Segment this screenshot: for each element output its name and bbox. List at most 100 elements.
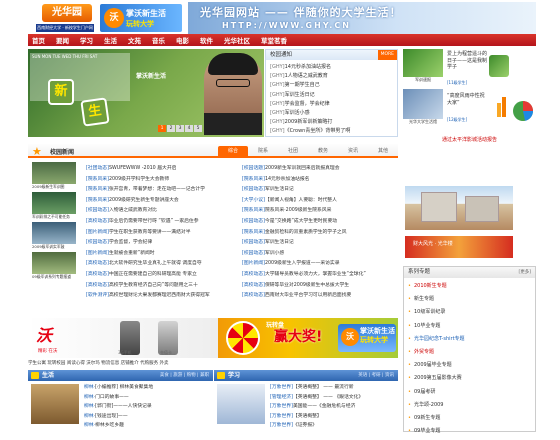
news-row[interactable]: [校园动态]军训生活日记 (242, 238, 394, 249)
life-item[interactable]: 柳林·[郭门街]——一人快快记录 (84, 402, 153, 412)
tab-clubs[interactable]: 社团 (278, 146, 308, 156)
study-item[interactable]: [管理经济]【英语概整】 —— 《跟话文化》 (270, 393, 363, 403)
nav-tea[interactable]: 草堂茗香 (261, 35, 287, 45)
topic-item[interactable]: • 新生专题 (408, 293, 531, 306)
news-thumb[interactable]: 军训彩排之不可能任务 (32, 192, 76, 219)
life-photo[interactable] (31, 384, 79, 424)
pager-5[interactable]: 5 (194, 125, 202, 132)
news-row[interactable]: [院系风采]14元秒杀加油站报名 (242, 175, 394, 186)
news-row[interactable]: [校园动态]入物语之威武教育对比 (86, 206, 238, 217)
study-subnav[interactable]: 英语 | 考研 | 资讯 (358, 370, 394, 381)
pager-1[interactable]: 1 (158, 125, 166, 132)
topic-item[interactable]: • 2009第五届影像大赛 (408, 372, 531, 385)
news-thumb[interactable]: 2009级军训实军鼓 (32, 222, 76, 249)
notice-item[interactable]: [GHY]1人物语之威武教育 (270, 72, 393, 81)
news-row[interactable]: [院系风采]金融贸检科的双重素质学生的学子之风 (242, 228, 394, 239)
news-row[interactable]: [高校动态]毕业后仍需要带世行呀 “钦遇” 一家后住参 (86, 217, 238, 228)
study-item[interactable]: [万象世界]【英语概整】 (270, 412, 363, 422)
topic-item[interactable]: • 09届考研 (408, 386, 531, 399)
life-item[interactable]: 柳林·[小编推荐] 柳林美食聚集地 (84, 383, 153, 393)
prize-wheel-ad[interactable]: 玩转盘 赢大奖! 沃 掌沃新生活 玩转大学 (218, 318, 398, 358)
news-row[interactable]: [院系风采]2009级开学科学生大会教师 (86, 175, 238, 186)
profile-text-1[interactable]: 爱上为程营遥斗的日子——这是我制学子 (447, 51, 487, 71)
nav-literature[interactable]: 文苑 (128, 35, 141, 45)
notice-item[interactable]: [GHY]2009新军训新策略打 (270, 118, 393, 127)
news-row[interactable]: [社团动态]SWUFEWWW -2010 届大开启 (86, 164, 238, 175)
notice-item[interactable]: [GHY]学会监督，学会纪律 (270, 100, 393, 109)
campus-building-photo[interactable] (405, 186, 513, 230)
topic-item[interactable]: • 10毕业专题 (408, 320, 531, 333)
study-item[interactable]: [万象世界]《证券报》 (270, 421, 363, 431)
pager-2[interactable]: 2 (167, 125, 175, 132)
wo-ad-left[interactable]: 沃 精彩 在沃 3G手机 充值卡 (28, 318, 218, 358)
news-row[interactable]: [校园动态]今是“交换路”成大学生更时民要动 (242, 217, 394, 228)
notice-item[interactable]: [GHY]军训活小感 (270, 109, 393, 118)
news-row[interactable]: [院系风采]院系风采·2009级新生院系风采 (242, 206, 394, 217)
life-subnav[interactable]: 美食 | 旅游 | 购物 | 兼职 (160, 370, 209, 381)
topic-item[interactable]: • 2010新生专题 (408, 280, 531, 293)
profile-photo-1[interactable]: 军训速报 (403, 49, 443, 82)
notice-item[interactable]: [GHY]14元秒杀加油站报名 (270, 63, 393, 72)
news-row[interactable]: [校园动态]学会监督，学会纪律 (86, 238, 238, 249)
nav-news[interactable]: 要闻 (56, 35, 69, 45)
nav-music[interactable]: 音乐 (152, 35, 165, 45)
nav-home[interactable]: 首页 (32, 35, 45, 45)
news-row[interactable]: [软件测评]高校世理财论大果发都赛理迟西南财大获得冠军 (86, 291, 238, 302)
site-logo[interactable]: 光华园 西南财经大学 · 新校学生门户网站 (36, 4, 94, 38)
news-row[interactable]: [图片新闻]2009级新生入学报道——采访实录 (242, 259, 394, 270)
news-row[interactable]: [高校动态]中国正在需要建自己的科研理高能 专家立 (86, 270, 238, 281)
nav-study[interactable]: 学习 (80, 35, 93, 45)
study-item[interactable]: [万象世界]美国能——《金融危机与经济 (270, 402, 363, 412)
topic-item[interactable]: • 光华园纪念T-shirt专题 (408, 333, 531, 346)
notice-item[interactable]: [GHY]《Crown青坐所》背带男了啊 (270, 127, 393, 136)
ad-banner[interactable]: 沃 精彩 在沃 3G手机 充值卡 玩转盘 赢大奖! 沃 掌沃新生活 玩转大学 (28, 318, 398, 358)
tab-other[interactable]: 其他 (368, 146, 398, 156)
notice-item[interactable]: [GHY]第一期学生自己 (270, 81, 393, 90)
special-more-link[interactable]: [更多] (518, 267, 531, 278)
life-item[interactable]: 柳林·门口的故事—— (84, 393, 153, 403)
hero-slideshow[interactable]: SUN MON TUE WED THU FRI SAT 新 生 掌沃新生活 1 … (28, 49, 264, 137)
nav-movie[interactable]: 电影 (176, 35, 189, 45)
news-row[interactable]: [高校动态]北大软件研究生毕业真礼上午就得 调度自夺 (86, 259, 238, 270)
profile-link-3[interactable]: [12级学生] (447, 117, 497, 123)
news-row[interactable]: [高校动态]大学辅导员教导必须力大，掌握毕业生“全球化” (242, 270, 394, 281)
pager-3[interactable]: 3 (176, 125, 184, 132)
news-row[interactable]: [校园话题]2009新生军训就回来后就报真理会 (242, 164, 394, 175)
life-item[interactable]: 柳林·柳林乡吃乡趣 (84, 421, 153, 431)
tab-academic[interactable]: 教务 (308, 146, 338, 156)
profile-photo-3[interactable]: 光华大学生活馆 (403, 89, 443, 124)
topic-item[interactable]: • 10级军训纪录 (408, 306, 531, 319)
news-thumb[interactable]: 2009级新生军训图 (32, 162, 76, 189)
news-row[interactable]: [校园动态]军训生活日记 (242, 185, 394, 196)
notice-item[interactable]: [GHY]军训生活日记 (270, 91, 393, 100)
nav-software[interactable]: 软件 (200, 35, 213, 45)
profile-text-3[interactable]: “高度风雨中性祝大家” (447, 93, 487, 106)
tab-departments[interactable]: 院系 (248, 146, 278, 156)
topic-item[interactable]: • 光华颂-2009 (408, 399, 531, 412)
campus-event-photo[interactable]: 财大风光 · 光华楼 (405, 236, 513, 258)
quick-links[interactable]: 学生公寓 玩转校园 阅读心得 沃尔玛 物流信息 店铺推介 代购服务 外卖 (28, 360, 398, 368)
notice-more-button[interactable]: MORE (377, 50, 397, 60)
profile-photo-2[interactable] (489, 55, 509, 77)
study-item[interactable]: [万象世界]【英语概整】 —— 最流行新 (270, 383, 363, 393)
nav-community[interactable]: 光华社区 (224, 35, 250, 45)
tab-info[interactable]: 资讯 (338, 146, 368, 156)
news-row[interactable]: [高校动态]保研等毕业对2009级新生中总拔大学生 (242, 281, 394, 292)
news-row[interactable]: [图片新闻]学生在职生获教育等要讲——满结对半 (86, 228, 238, 239)
life-item[interactable]: 柳林·[钱途出现]—— (84, 412, 153, 422)
topic-item[interactable]: • 外贸专题 (408, 346, 531, 359)
news-row[interactable]: [校园动态]军训小感 (242, 249, 394, 260)
headline-link[interactable]: 通过太平洋影城活动报告 (403, 136, 536, 143)
news-thumb[interactable]: 09级军训系列专题报道 (32, 252, 76, 279)
wo-ad-top[interactable]: 沃 掌沃新生活 玩转大学 (100, 4, 182, 32)
study-photo[interactable] (217, 384, 265, 424)
news-row[interactable]: [大学小议]【新闻人视角】人要聪：时代整人 (242, 196, 394, 207)
news-row[interactable]: [院系风采]张开宫青，带着梦想：走在动吧——记合计学 (86, 185, 238, 196)
tab-all[interactable]: 综合 (218, 146, 248, 156)
nav-life[interactable]: 生活 (104, 35, 117, 45)
news-row[interactable]: [院系风采]2009级研究生新生专题讲座大会 (86, 196, 238, 207)
news-row[interactable]: [高校动态]西南财大毕业平台学习可以用新后面找要 (242, 291, 394, 302)
topic-item[interactable]: • 09新生专题 (408, 412, 531, 425)
profile-link-1[interactable]: [11级学生] (447, 80, 497, 86)
pager-4[interactable]: 4 (185, 125, 193, 132)
